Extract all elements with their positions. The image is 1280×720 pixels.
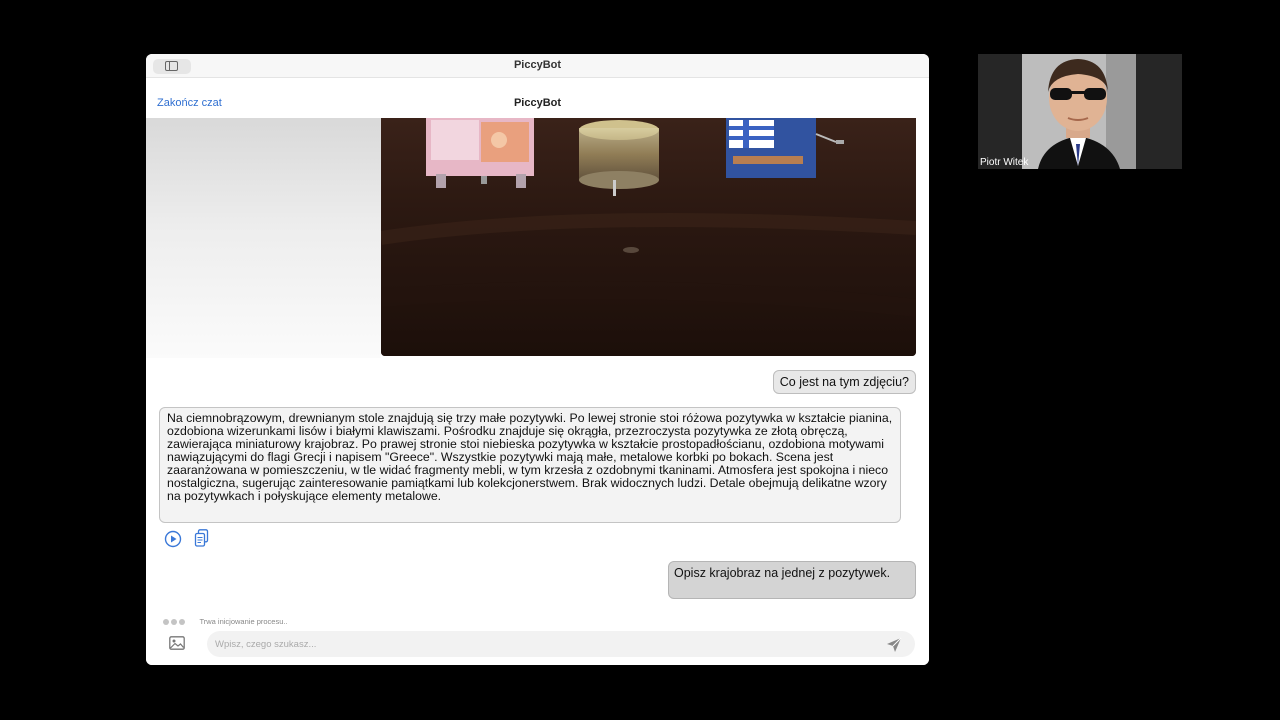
typing-dot — [179, 618, 185, 625]
piccybot-window: PiccyBot Zakończ czat PiccyBot Co jest n… — [146, 54, 929, 665]
send-icon — [887, 637, 902, 652]
participant-video-tile[interactable]: Piotr Witek — [978, 54, 1182, 169]
input-bar — [146, 628, 929, 665]
message-input[interactable] — [207, 631, 915, 657]
user-message-bubble: Opisz krajobraz na jednej z pozytywek. — [668, 561, 916, 599]
nav-bar: Zakończ czat PiccyBot — [146, 78, 929, 118]
uploaded-photo[interactable] — [381, 118, 916, 356]
image-icon — [169, 636, 185, 650]
typing-dot — [171, 618, 177, 625]
play-icon — [164, 530, 182, 548]
copy-message-button[interactable] — [194, 529, 210, 548]
play-audio-button[interactable] — [164, 530, 182, 548]
participant-video — [978, 54, 1182, 169]
participant-name: Piotr Witek — [980, 157, 1029, 168]
status-text: Trwa inicjowanie procesu.. — [199, 617, 288, 627]
copy-icon — [194, 529, 209, 547]
window-title: PiccyBot — [513, 59, 562, 71]
chat-area[interactable]: Co jest na tym zdjęciu? Na ciemnobrązowy… — [146, 118, 929, 628]
background-panel — [146, 118, 381, 358]
attach-image-button[interactable] — [169, 636, 185, 650]
nav-title: PiccyBot — [513, 97, 562, 109]
send-button[interactable] — [886, 637, 902, 653]
bot-message-bubble: Na ciemnobrązowym, drewnianym stole znaj… — [159, 407, 901, 523]
typing-dot — [163, 618, 169, 625]
user-message-bubble: Co jest na tym zdjęciu? — [772, 370, 916, 394]
typing-indicator: Trwa inicjowanie procesu.. — [163, 613, 288, 627]
title-bar: PiccyBot — [146, 54, 929, 78]
photo-image — [381, 118, 916, 356]
